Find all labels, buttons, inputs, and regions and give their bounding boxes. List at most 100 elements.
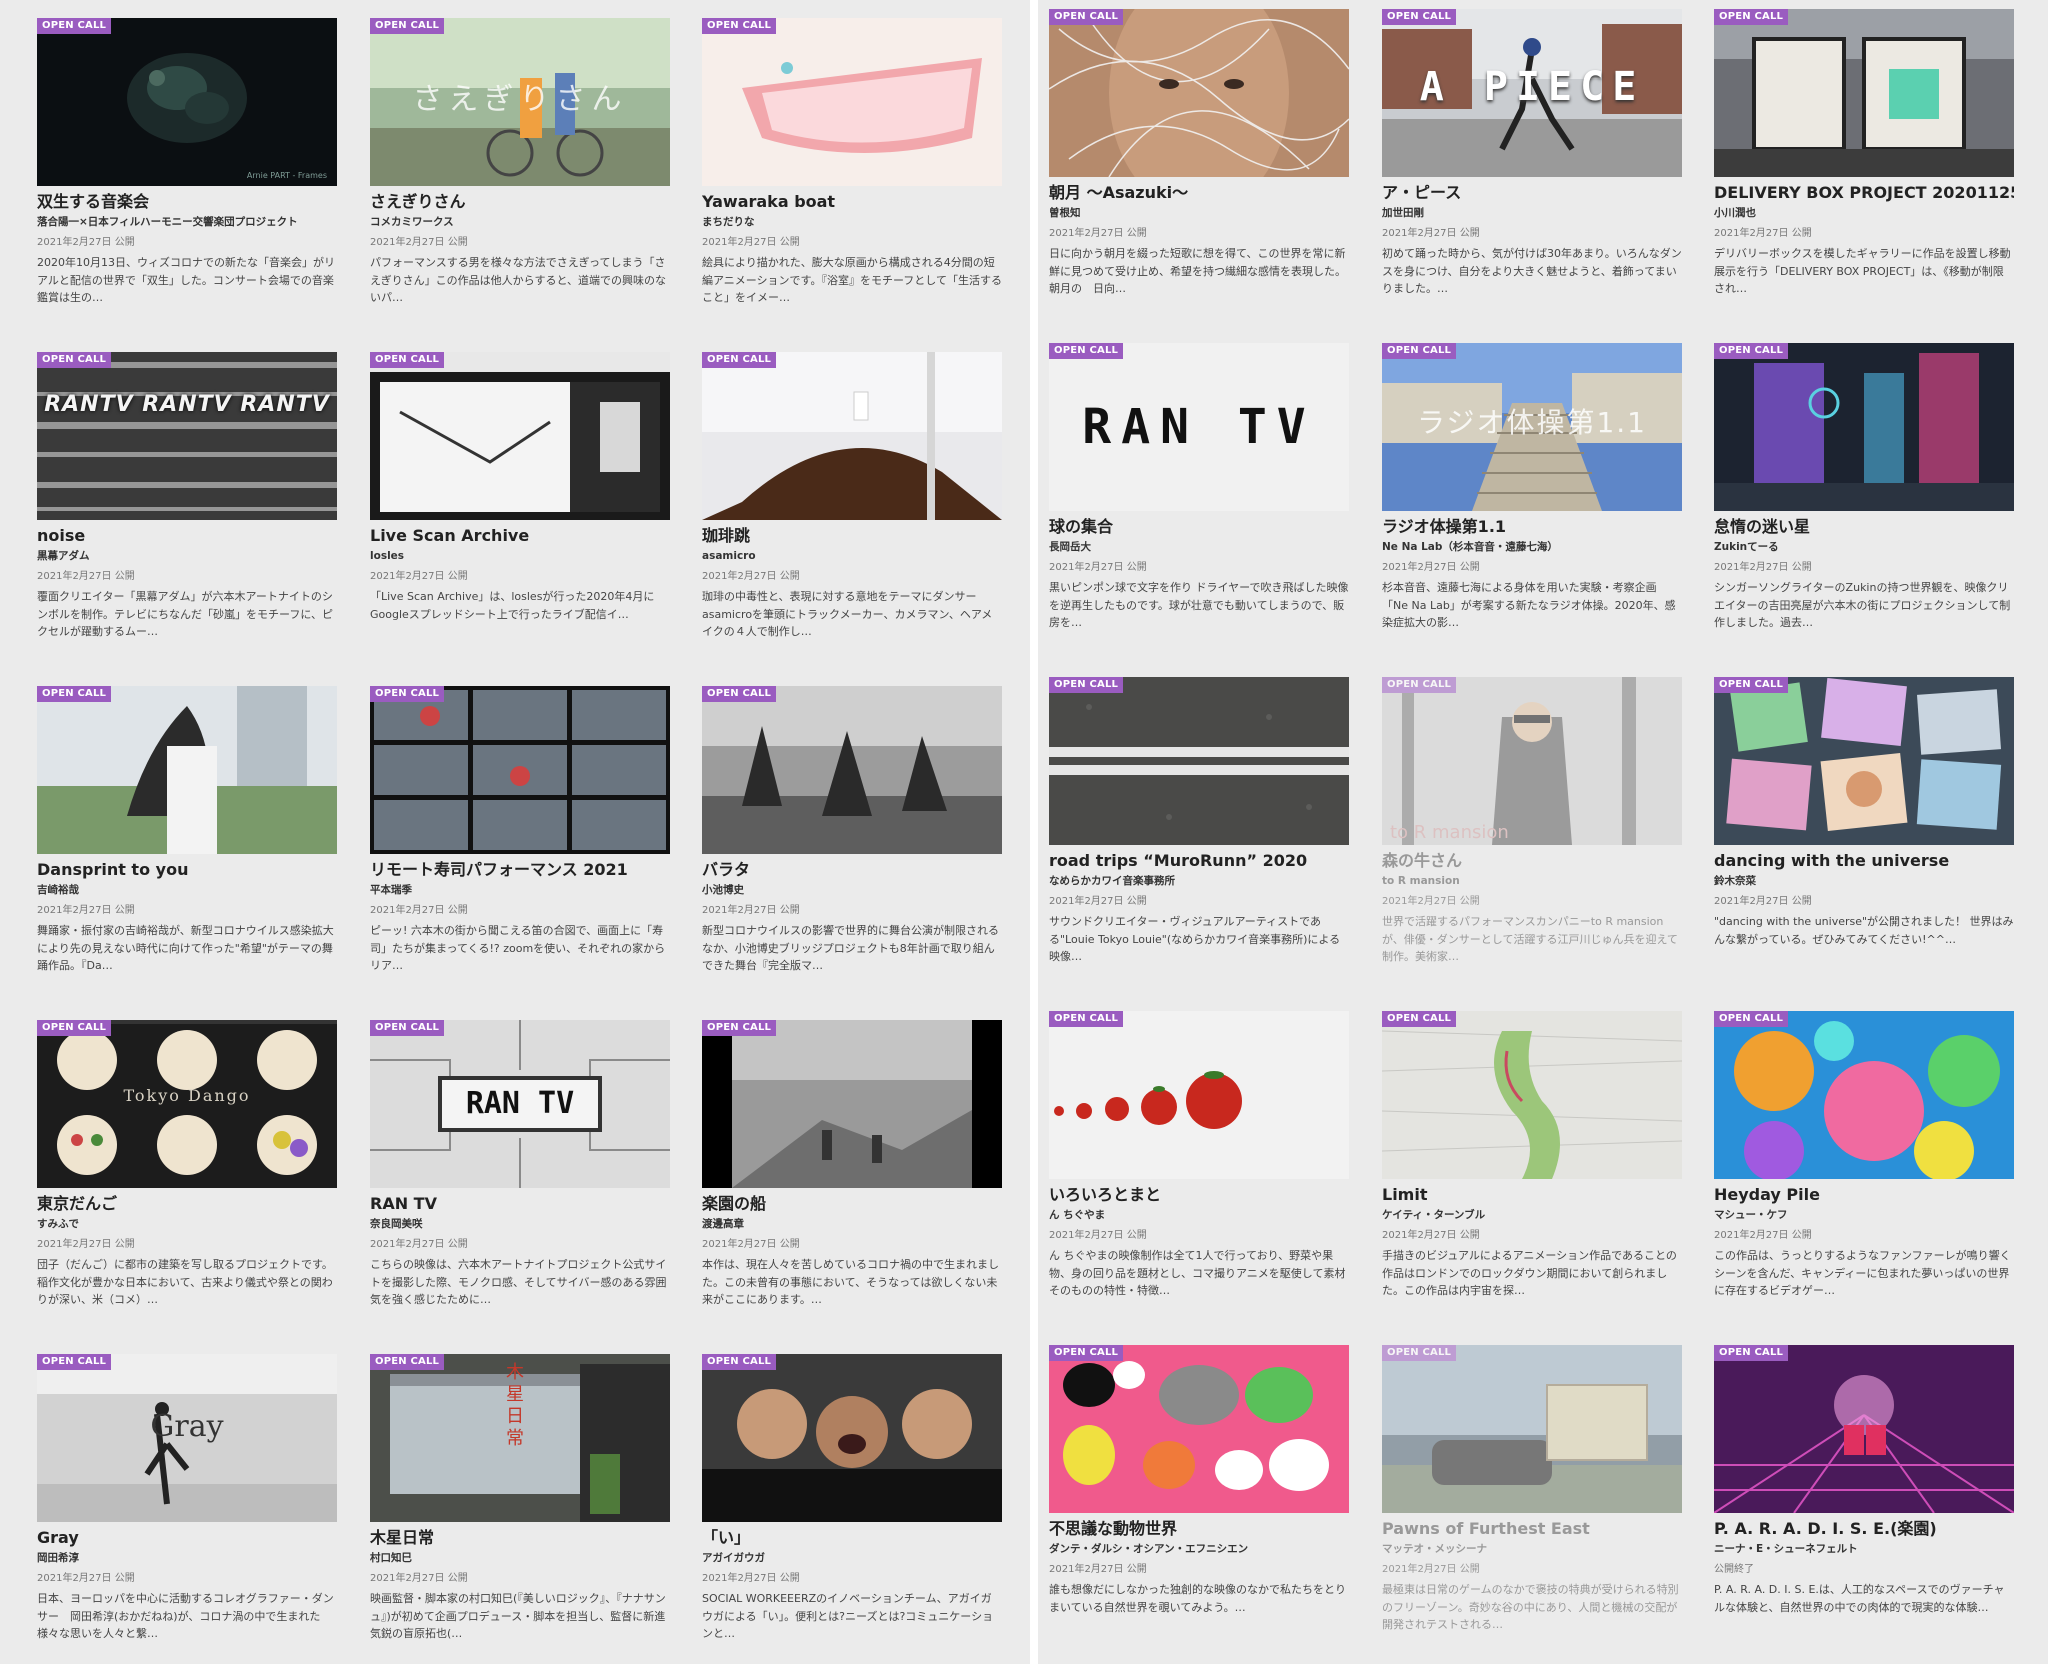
artwork-card[interactable]: OPEN CALL 怠惰の迷い星 Zukinてーる 2021年2月27日 公開 シンガー… — [1714, 343, 2014, 653]
artwork-thumbnail[interactable]: OPEN CALL — [702, 1020, 1002, 1188]
artwork-description: 絵具により描かれた、膨大な原画から構成される4分間の短編アニメーションです。『浴… — [702, 256, 1002, 304]
artwork-thumbnail[interactable]: OPEN CALL — [1049, 677, 1349, 845]
artwork-title[interactable]: 東京だんご — [37, 1194, 337, 1214]
artwork-card[interactable]: OPEN CALL RAN TV RAN TV 奈良岡美咲 2021年2月27日 公開こ… — [370, 1020, 670, 1330]
artwork-card[interactable]: OPEN CALL 木星日常 木星日常 村口知巳 2021年2月27日 公開 映画監督・脚… — [370, 1354, 670, 1664]
artwork-title[interactable]: さえぎりさん — [370, 192, 670, 212]
artwork-card[interactable]: OPEN CALL to R mansion 森の牛さん to R mansion 20… — [1382, 677, 1682, 987]
artwork-card[interactable]: OPEN CALL A PIECE ア・ピース 加世田剛 2021年2月27日 公開 初め… — [1382, 9, 1682, 319]
artwork-card[interactable]: OPEN CALL Pawns of Furthest East マッテオ・メッシー… — [1382, 1345, 1682, 1655]
artwork-thumbnail[interactable]: OPEN CALL — [1049, 9, 1349, 177]
artwork-thumbnail[interactable]: OPEN CALL Gray — [37, 1354, 337, 1522]
artwork-title[interactable]: 朝月 〜Asazuki〜 — [1049, 183, 1349, 203]
artwork-title[interactable]: 楽園の船 — [702, 1194, 1002, 1214]
artwork-title[interactable]: Limit — [1382, 1185, 1682, 1205]
artwork-card[interactable]: OPEN CALL 「い」 アガイガウガ 2021年2月27日 公開 SOCIAL WO… — [702, 1354, 1002, 1664]
artwork-card[interactable]: OPEN CALL いろいろとまとん ちぐやま 2021年2月27日 公開ん ちぐや… — [1049, 1011, 1349, 1321]
artwork-title[interactable]: 怠惰の迷い星 — [1714, 517, 2014, 537]
artwork-card[interactable]: OPEN CALL Dansprint to you 吉崎裕哉 2021年2月27日 … — [37, 686, 337, 996]
open-call-badge: OPEN CALL — [1382, 677, 1457, 693]
artwork-thumbnail[interactable]: OPEN CALL — [1714, 1011, 2014, 1179]
artwork-title[interactable]: バラタ — [702, 860, 1002, 880]
artwork-description: パフォーマンスする男を様々な方法でさえぎってしまう「さえぎりさん」この作品は他人… — [370, 256, 667, 304]
artwork-title[interactable]: dancing with the universe — [1714, 851, 2014, 871]
artwork-title[interactable]: 木星日常 — [370, 1528, 670, 1548]
artwork-title[interactable]: 珈琲跳 — [702, 526, 1002, 546]
artwork-thumbnail[interactable]: OPEN CALL A PIECE — [1382, 9, 1682, 177]
artwork-title[interactable]: ラジオ体操第1.1 — [1382, 517, 1682, 537]
artwork-card[interactable]: OPEN CALL Arnie PART - Frames 双生する音楽会 落合陽一×… — [37, 18, 337, 328]
artwork-thumbnail[interactable]: OPEN CALL Tokyo Dango — [37, 1020, 337, 1188]
artwork-thumbnail[interactable]: OPEN CALL — [1382, 1011, 1682, 1179]
artwork-thumbnail[interactable]: OPEN CALL — [370, 686, 670, 854]
artwork-thumbnail[interactable]: OPEN CALL — [702, 352, 1002, 520]
artwork-card[interactable]: OPEN CALL Tokyo Dango 東京だんご すみふで 2021年2月27日 … — [37, 1020, 337, 1330]
artwork-thumbnail[interactable]: OPEN CALL — [1049, 1011, 1349, 1179]
artwork-title[interactable]: Dansprint to you — [37, 860, 337, 880]
artwork-thumbnail[interactable]: OPEN CALL — [702, 686, 1002, 854]
artwork-title[interactable]: 森の牛さん — [1382, 851, 1682, 871]
artwork-card[interactable]: OPEN CALL Live Scan Archive losles 2021年2月2… — [370, 352, 670, 662]
artwork-title[interactable]: ア・ピース — [1382, 183, 1682, 203]
artwork-thumbnail[interactable]: OPEN CALL — [1714, 9, 2014, 177]
artwork-title[interactable]: 不思議な動物世界 — [1049, 1519, 1349, 1539]
artwork-card[interactable]: OPEN CALL さえぎりさん さえぎりさん コメカミワークス 2021年2月27日 … — [370, 18, 670, 328]
artwork-description: 団子（だんご）に都市の建築を写し取るプロジェクトです。稲作文化が豊かな日本におい… — [37, 1258, 333, 1306]
artwork-thumbnail[interactable]: OPEN CALL RAN TV — [370, 1020, 670, 1188]
artwork-title[interactable]: road trips “MuroRunn” 2020 — [1049, 851, 1349, 871]
artwork-thumbnail[interactable]: OPEN CALL RAN TV — [1049, 343, 1349, 511]
artwork-title[interactable]: 球の集合 — [1049, 517, 1349, 537]
artwork-title[interactable]: 「い」 — [702, 1528, 1002, 1548]
artist-name: 渡邊高章 — [702, 1218, 744, 1230]
artwork-title[interactable]: RAN TV — [370, 1194, 670, 1214]
artwork-thumbnail[interactable]: OPEN CALL さえぎりさん — [370, 18, 670, 186]
artwork-title[interactable]: Heyday Pile — [1714, 1185, 2014, 1205]
artwork-title[interactable]: Live Scan Archive — [370, 526, 670, 546]
artwork-thumbnail[interactable]: OPEN CALL RANTV RANTV RANTV — [37, 352, 337, 520]
artwork-card[interactable]: OPEN CALL Gray Gray 岡田希淳 2021年2月27日 公開 日本、ヨーロ… — [37, 1354, 337, 1664]
artwork-thumbnail[interactable]: OPEN CALL to R mansion — [1382, 677, 1682, 845]
artwork-thumbnail[interactable]: OPEN CALL ラジオ体操第1.1 — [1382, 343, 1682, 511]
artwork-thumbnail[interactable]: OPEN CALL — [1382, 1345, 1682, 1513]
artwork-card[interactable]: OPEN CALL リモート寿司パフォーマンス 2021 平本瑞季 2021年2月27… — [370, 686, 670, 996]
artwork-thumbnail[interactable]: OPEN CALL — [37, 686, 337, 854]
artwork-title[interactable]: リモート寿司パフォーマンス 2021 — [370, 860, 670, 880]
artwork-card[interactable]: OPEN CALL Yawaraka boat まちだりな 2021年2月27日 公開… — [702, 18, 1002, 328]
artwork-description: SOCIAL WORKEEERZのイノベーションチーム、アガイガウガによる「い」… — [702, 1592, 994, 1640]
artwork-thumbnail[interactable]: OPEN CALL — [1714, 677, 2014, 845]
artwork-card[interactable]: OPEN CALL RAN TV 球の集合 長岡岳大 2021年2月27日 公開 黒いピン… — [1049, 343, 1349, 653]
artwork-thumbnail[interactable]: OPEN CALL — [1714, 343, 2014, 511]
artwork-card[interactable]: OPEN CALL ラジオ体操第1.1 ラジオ体操第1.1 Ne Na Lab（杉本音… — [1382, 343, 1682, 653]
artwork-title[interactable]: Yawaraka boat — [702, 192, 1002, 212]
artwork-thumbnail[interactable]: OPEN CALL 木星日常 — [370, 1354, 670, 1522]
artwork-card[interactable]: OPEN CALL 珈琲跳 asamicro 2021年2月27日 公開 珈琲の中毒性と… — [702, 352, 1002, 662]
artwork-card[interactable]: OPEN CALL Limit ケイティ・ターンブル 2021年2月27日 公開 手描き… — [1382, 1011, 1682, 1321]
artwork-thumbnail[interactable]: OPEN CALL Arnie PART - Frames — [37, 18, 337, 186]
artwork-title[interactable]: noise — [37, 526, 337, 546]
artwork-thumbnail[interactable]: OPEN CALL — [1049, 1345, 1349, 1513]
artwork-thumbnail[interactable]: OPEN CALL — [1714, 1345, 2014, 1513]
open-call-badge: OPEN CALL — [370, 686, 445, 702]
publish-date: 2021年2月27日 公開 — [370, 905, 468, 916]
artwork-title[interactable]: 双生する音楽会 — [37, 192, 337, 212]
artwork-thumbnail[interactable]: OPEN CALL — [702, 18, 1002, 186]
artwork-card[interactable]: OPEN CALL 楽園の船 渡邊高章 2021年2月27日 公開 本作は、現在人々を苦… — [702, 1020, 1002, 1330]
artwork-title[interactable]: Gray — [37, 1528, 337, 1548]
artwork-card[interactable]: OPEN CALL RANTV RANTV RANTV noise 黒幕アダム 2021… — [37, 352, 337, 662]
artwork-card[interactable]: OPEN CALL P. A. R. A. D. I. S. E.(楽園) ニーナ・… — [1714, 1345, 2014, 1655]
artwork-card[interactable]: OPEN CALL dancing with the universe 鈴木奈菜 20… — [1714, 677, 2014, 987]
artwork-card[interactable]: OPEN CALL Heyday Pile マシュー・ケフ 2021年2月27日 公開… — [1714, 1011, 2014, 1321]
artwork-title[interactable]: いろいろとまと — [1049, 1185, 1349, 1205]
artwork-thumbnail[interactable]: OPEN CALL — [702, 1354, 1002, 1522]
artwork-card[interactable]: OPEN CALL 朝月 〜Asazuki〜 曽根知 2021年2月27日 公開 日に向… — [1049, 9, 1349, 319]
publish-date: 2021年2月27日 公開 — [1049, 1564, 1147, 1575]
artwork-title[interactable]: P. A. R. A. D. I. S. E.(楽園) — [1714, 1519, 2014, 1539]
artwork-card[interactable]: OPEN CALL バラタ 小池博史 2021年2月27日 公開 新型コロナウイルスの影… — [702, 686, 1002, 996]
artwork-card[interactable]: OPEN CALL road trips “MuroRunn” 2020 なめらかカ… — [1049, 677, 1349, 987]
artwork-card[interactable]: OPEN CALL DELIVERY BOX PROJECT 20201125 小川… — [1714, 9, 2014, 319]
artwork-title[interactable]: Pawns of Furthest East — [1382, 1519, 1682, 1539]
artwork-thumbnail[interactable]: OPEN CALL — [370, 352, 670, 520]
artwork-card[interactable]: OPEN CALL 不思議な動物世界 ダンテ・ダルシ・オシアン・エフニシエン 2021… — [1049, 1345, 1349, 1655]
artist-name: 小川潤也 — [1714, 207, 1756, 219]
artwork-title[interactable]: DELIVERY BOX PROJECT 20201125 — [1714, 183, 2014, 203]
